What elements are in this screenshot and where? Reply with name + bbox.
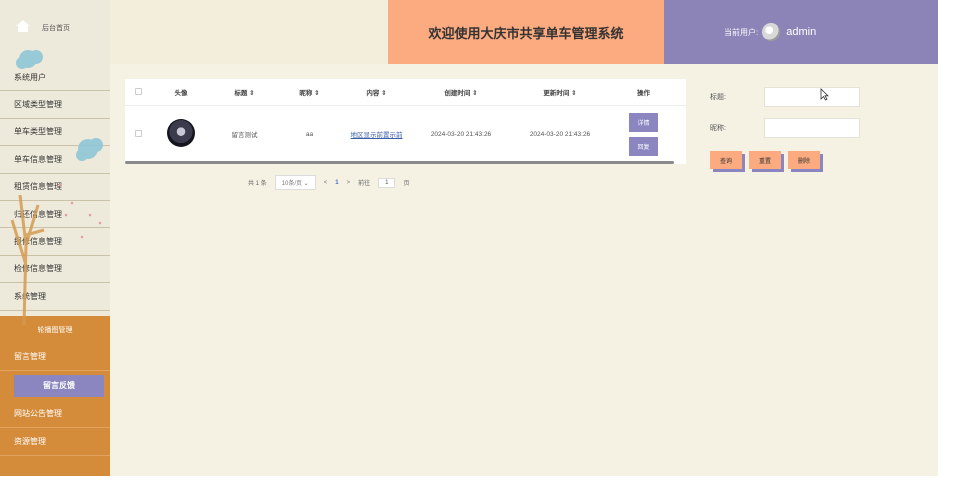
sidebar-menu: 系统用户 区域类型管理 单车类型管理 单车信息管理 租赁信息管理 归还信息管理 … — [0, 64, 110, 311]
sidebar-item-return-info[interactable]: 归还信息管理 — [0, 201, 110, 229]
sidebar-item-system-management[interactable]: 系统管理 — [0, 283, 110, 311]
sidebar-item-carousel[interactable]: 轮播图管理 — [0, 316, 110, 344]
table-row: 留言测试 aa 地区显示前置示前 2024-03-20 21:43:26 202… — [125, 106, 686, 162]
goto-suffix: 页 — [403, 181, 410, 187]
row-avatar-image — [167, 119, 195, 147]
sidebar-item-label: 网站公告管理 — [14, 409, 62, 419]
pagination-total: 共 1 条 — [248, 181, 267, 187]
mouse-cursor-icon — [820, 88, 829, 101]
username[interactable]: admin — [786, 26, 816, 38]
row-actions: 详情 回复 — [611, 112, 676, 156]
prev-page-button[interactable]: < — [324, 180, 328, 186]
column-header-updated[interactable]: 更新时间 ⇕ — [509, 87, 611, 97]
delete-button[interactable]: 删除 — [788, 151, 820, 169]
select-all-cell — [125, 87, 152, 97]
row-title: 留言测试 — [231, 132, 258, 139]
sidebar-item-area-types[interactable]: 区域类型管理 — [0, 91, 110, 119]
table-header: 头像 标题 ⇕ 昵称 ⇕ 内容 ⇕ 创建时间 ⇕ 更新时间 ⇕ 操作 — [125, 79, 686, 106]
column-header-avatar: 头像 — [174, 90, 188, 97]
sidebar-item-label: 区域类型管理 — [14, 100, 62, 110]
goto-page-input[interactable]: 1 — [378, 177, 396, 188]
sidebar-item-resources[interactable]: 资源管理 — [0, 428, 110, 456]
user-info-panel: 当前用户: admin — [664, 0, 938, 64]
home-icon — [16, 20, 30, 32]
row-select-cell — [125, 129, 152, 139]
page-title: 欢迎使用大庆市共享单车管理系统 — [428, 25, 624, 41]
title-search-input[interactable] — [764, 87, 860, 107]
header-title-panel: 欢迎使用大庆市共享单车管理系统 — [388, 0, 664, 64]
row-created: 2024-03-20 21:43:26 — [430, 130, 492, 138]
row-avatar-cell — [152, 119, 210, 149]
sidebar-item-label: 单车信息管理 — [14, 154, 62, 164]
nickname-search-input[interactable] — [764, 118, 860, 138]
page-size-value: 10条/页 — [281, 181, 303, 187]
sidebar-item-label: 系统用户 — [14, 72, 46, 82]
column-header-nickname[interactable]: 昵称 ⇕ — [279, 87, 340, 97]
title-field-label: 标题: — [710, 94, 726, 101]
row-checkbox[interactable] — [135, 129, 142, 137]
sidebar-item-label: 归还信息管理 — [14, 209, 62, 219]
sidebar-item-maintenance[interactable]: 检修信息管理 — [0, 256, 110, 284]
sidebar-item-label: 轮播图管理 — [37, 326, 73, 334]
query-button[interactable]: 查询 — [710, 151, 742, 169]
select-all-checkbox[interactable] — [135, 87, 142, 95]
column-header-actions: 操作 — [637, 90, 650, 97]
pagination: 共 1 条 10条/页 ⌄ < 1 > 前往 1 页 — [248, 175, 409, 190]
sidebar-item-bike-info[interactable]: 单车信息管理 — [0, 146, 110, 174]
sidebar-item-message-feedback[interactable]: 留言反馈 — [14, 374, 104, 397]
user-avatar[interactable] — [762, 23, 781, 41]
sidebar-item-announcements[interactable]: 网站公告管理 — [0, 400, 110, 429]
sidebar-item-label: 留言管理 — [14, 352, 46, 362]
row-updated: 2024-03-20 21:43:26 — [529, 130, 591, 138]
next-page-button[interactable]: > — [347, 180, 351, 186]
current-user-label: 当前用户: — [724, 27, 759, 37]
reset-button[interactable]: 重置 — [749, 151, 781, 169]
sidebar-item-label: 租赁信息管理 — [14, 182, 62, 192]
app-window: 欢迎使用大庆市共享单车管理系统 当前用户: admin 后台首页 系统用户 区域… — [0, 0, 938, 476]
horizontal-scrollbar[interactable] — [125, 161, 674, 164]
search-actions: 查询 重置 删除 — [710, 151, 820, 169]
sidebar-item-label: 系统管理 — [14, 291, 46, 301]
reply-button[interactable]: 回复 — [629, 136, 658, 156]
sidebar: 后台首页 系统用户 区域类型管理 单车类型管理 单车信息管理 租赁信息管理 归还… — [0, 0, 110, 476]
sidebar-home[interactable]: 后台首页 — [0, 0, 110, 64]
home-label: 后台首页 — [42, 25, 70, 32]
column-header-created[interactable]: 创建时间 ⇕ — [413, 87, 509, 97]
sidebar-item-bike-types[interactable]: 单车类型管理 — [0, 119, 110, 147]
detail-button[interactable]: 详情 — [629, 112, 658, 132]
search-panel: 标题: 昵称: 查询 重置 删除 — [700, 79, 925, 169]
sidebar-submenu: 轮播图管理 留言管理 留言反馈 网站公告管理 资源管理 — [0, 316, 110, 476]
sidebar-item-label: 单车类型管理 — [14, 127, 62, 137]
message-table: 头像 标题 ⇕ 昵称 ⇕ 内容 ⇕ 创建时间 ⇕ 更新时间 ⇕ 操作 留言测试 … — [125, 79, 686, 164]
sidebar-item-label: 资源管理 — [14, 436, 46, 446]
sidebar-item-repair-report[interactable]: 报修信息管理 — [0, 228, 110, 256]
column-header-content[interactable]: 内容 ⇕ — [340, 87, 413, 97]
sidebar-item-system-users[interactable]: 系统用户 — [0, 64, 110, 92]
page-size-select[interactable]: 10条/页 ⌄ — [274, 175, 316, 190]
row-content[interactable]: 地区显示前置示前 — [340, 129, 413, 139]
goto-label: 前往 — [358, 181, 371, 187]
row-nickname: aa — [305, 130, 314, 138]
page-number-1[interactable]: 1 — [335, 180, 338, 186]
sidebar-item-messages[interactable]: 留言管理 — [0, 343, 110, 371]
sidebar-item-label: 留言反馈 — [43, 381, 75, 391]
sidebar-item-label: 检修信息管理 — [14, 264, 62, 274]
sidebar-item-rental-info[interactable]: 租赁信息管理 — [0, 174, 110, 201]
nickname-field-label: 昵称: — [710, 125, 726, 132]
sidebar-item-label: 报修信息管理 — [14, 237, 62, 247]
column-header-title[interactable]: 标题 ⇕ — [210, 87, 279, 97]
